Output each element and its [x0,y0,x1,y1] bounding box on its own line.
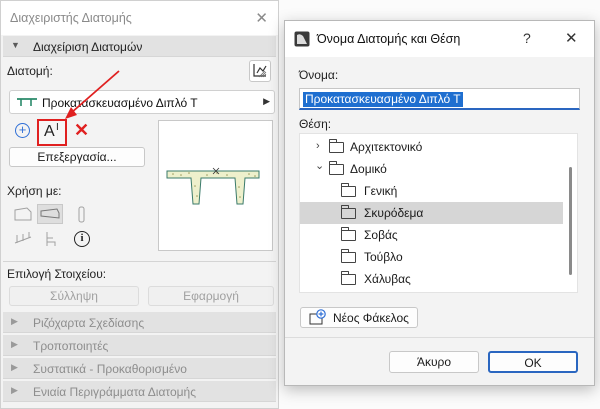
palette-title: Διαχειριστής Διατομής [10,11,132,25]
tree-item-label: Σοβάς [364,228,398,242]
help-icon[interactable]: ? [523,30,531,46]
close-icon[interactable]: ✕ [255,9,268,27]
tree-item-label: Τούβλο [364,250,403,264]
tree-item-steel[interactable]: Χάλυβας [300,268,563,290]
section-label: Τροποποιητές [33,339,109,353]
section-unified-contours[interactable]: ▶ Ενιαία Περιγράμματα Διατομής [3,381,276,402]
profile-settings-icon [253,64,267,78]
palette-titlebar: Διαχειριστής Διατομής ✕ [1,1,278,35]
collapsed-triangle-icon: ▶ [11,362,18,372]
section-label: Ενιαία Περιγράμματα Διατομής [33,385,196,399]
double-tee-icon [17,98,37,106]
text-cursor-icon: I [56,122,59,133]
divider [285,337,594,338]
profile-name-location-dialog: Όνομα Διατομής και Θέση ? ✕ Όνομα: Προκα… [284,20,595,386]
dialog-titlebar: Όνομα Διατομής και Θέση ? ✕ [285,21,594,57]
annotation-arrow [65,70,120,119]
section-modifiers[interactable]: ▶ Τροποποιητές [3,335,276,356]
divider [3,261,276,262]
folder-icon [329,139,344,153]
folder-icon [341,183,356,197]
name-label: Όνομα: [299,68,339,82]
tree-item-concrete[interactable]: Σκυρόδεμα [300,202,563,224]
collapsed-triangle-icon: ▶ [11,339,18,349]
profile-dropdown[interactable]: Προκατασκευασμένο Διπλό Τ ▶ [9,90,275,114]
object-tool-icon[interactable] [43,230,59,251]
pick-up-button[interactable]: Σύλληψη [9,286,139,306]
section-profile-management[interactable]: ▼ Διαχείριση Διατομών [3,36,276,57]
folder-icon [341,271,356,285]
folder-icon [329,161,344,175]
location-tree: › Αρχιτεκτονικό ⌄ Δομικό Γενική Σκυρόδεμ… [299,133,578,293]
section-components[interactable]: ▶ Συστατικά - Προκαθορισμένο [3,358,276,379]
ok-button[interactable]: OK [488,351,578,373]
railing-tool-icon[interactable] [13,231,33,250]
new-folder-label: Νέος Φάκελος [333,311,409,325]
apply-button[interactable]: Εφαρμογή [148,286,274,306]
edit-button[interactable]: Επεξεργασία... [9,147,145,167]
folder-icon [341,249,356,263]
dialog-title: Όνομα Διατομής και Θέση [317,32,461,46]
folder-icon [341,227,356,241]
tree-item-label: Σκυρόδεμα [364,206,424,220]
section-label: Συστατικά - Προκαθορισμένο [33,362,187,376]
delete-profile-icon[interactable]: ✕ [74,120,89,141]
tree-item-label: Γενική [364,184,398,198]
name-input[interactable]: Προκατασκευασμένο Διπλό Τ [299,88,580,110]
collapsed-triangle-icon: ▶ [11,385,18,395]
folder-icon [341,205,356,219]
location-label: Θέση: [299,117,332,131]
collapsed-triangle-icon: ▶ [11,316,18,326]
profile-preview [158,120,273,251]
new-folder-button[interactable]: Νέος Φάκελος [300,307,418,328]
section-drafting-sheets[interactable]: ▶ Ριζόχαρτα Σχεδίασης [3,312,276,333]
chevron-right-icon: ▶ [263,96,270,106]
beam-tool-icon[interactable] [37,204,63,224]
tree-item-structural[interactable]: ⌄ Δομικό [300,158,563,180]
tree-scrollbar[interactable] [569,167,572,275]
tree-item-general[interactable]: Γενική [300,180,563,202]
element-pick-label: Επιλογή Στοιχείου: [7,267,107,281]
section-label: Ριζόχαρτα Σχεδίασης [33,316,145,330]
tree-item-label: Αρχιτεκτονικό [350,140,423,154]
chevron-right-icon[interactable]: › [316,140,320,152]
profile-manager-palette: Διαχειριστής Διατομής ✕ ▼ Διαχείριση Δια… [0,0,279,409]
wall-tool-icon[interactable] [13,206,33,225]
tree-item-plaster[interactable]: Σοβάς [300,224,563,246]
tree-item-brick[interactable]: Τούβλο [300,246,563,268]
section-label: Διαχείριση Διατομών [33,40,143,54]
new-folder-icon [309,309,326,325]
tree-item-label: Δομικό [350,162,387,176]
settings-button[interactable] [249,60,271,82]
double-tee-preview-shape [166,167,260,205]
use-with-label: Χρήση με: [7,184,62,198]
column-tool-icon[interactable] [76,206,88,227]
profile-app-icon [294,31,310,47]
rename-profile-button[interactable]: A I [37,119,67,146]
info-icon[interactable]: i [74,231,90,247]
tree-item-label: Χάλυβας [364,272,411,286]
close-icon[interactable]: ✕ [565,29,578,47]
profile-label: Διατομή: [7,64,53,78]
cancel-button[interactable]: Άκυρο [389,351,479,373]
tree-item-architectural[interactable]: › Αρχιτεκτονικό [300,136,563,158]
add-profile-icon[interactable]: + [15,123,30,138]
rename-text-icon: A [44,123,55,140]
expanded-triangle-icon: ▼ [11,40,20,50]
name-input-value: Προκατασκευασμένο Διπλό Τ [303,92,463,107]
chevron-down-icon[interactable]: ⌄ [315,159,324,172]
